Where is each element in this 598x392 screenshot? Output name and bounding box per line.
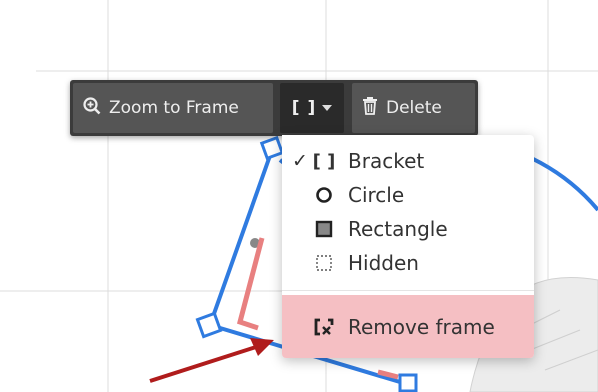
menu-item-rectangle[interactable]: Rectangle bbox=[282, 212, 534, 246]
menu-item-bracket[interactable]: ✓ [ ] Bracket bbox=[282, 144, 534, 178]
delete-button[interactable]: Delete bbox=[352, 83, 475, 133]
caret-down-icon bbox=[322, 105, 333, 111]
frame-toolbar: Zoom to Frame [ ] Delete bbox=[70, 80, 478, 136]
zoom-to-frame-label: Zoom to Frame bbox=[109, 98, 239, 118]
bracket-icon: [ ] bbox=[291, 98, 317, 118]
menu-divider bbox=[282, 290, 534, 291]
bracket-annotation bbox=[236, 237, 265, 331]
remove-frame-label: Remove frame bbox=[348, 314, 495, 339]
menu-item-label: Circle bbox=[348, 183, 405, 207]
bracket-icon: [ ] bbox=[312, 150, 336, 172]
menu-item-label: Rectangle bbox=[348, 217, 448, 241]
arrow-annotation bbox=[149, 338, 274, 383]
frame-style-dropdown-button[interactable]: [ ] bbox=[280, 83, 344, 133]
delete-label: Delete bbox=[386, 98, 442, 118]
menu-item-circle[interactable]: Circle bbox=[282, 178, 534, 212]
zoom-in-icon bbox=[83, 96, 101, 120]
remove-frame-icon bbox=[312, 317, 336, 337]
circle-icon bbox=[312, 186, 336, 204]
frame-handle[interactable] bbox=[195, 311, 223, 339]
checkmark-icon: ✓ bbox=[292, 150, 308, 172]
frame-handle[interactable] bbox=[259, 135, 285, 161]
trash-icon bbox=[362, 96, 378, 120]
remove-frame-button[interactable]: Remove frame bbox=[282, 295, 534, 358]
menu-item-label: Hidden bbox=[348, 251, 419, 275]
zoom-to-frame-button[interactable]: Zoom to Frame bbox=[73, 83, 273, 133]
rectangle-icon bbox=[312, 220, 336, 238]
frame-handle[interactable] bbox=[398, 373, 418, 392]
menu-item-hidden[interactable]: Hidden bbox=[282, 246, 534, 280]
menu-item-label: Bracket bbox=[348, 149, 425, 173]
frame-style-menu: ✓ [ ] Bracket Circle Rectangle Hidden Re… bbox=[282, 135, 534, 358]
dashed-square-icon bbox=[312, 254, 336, 272]
